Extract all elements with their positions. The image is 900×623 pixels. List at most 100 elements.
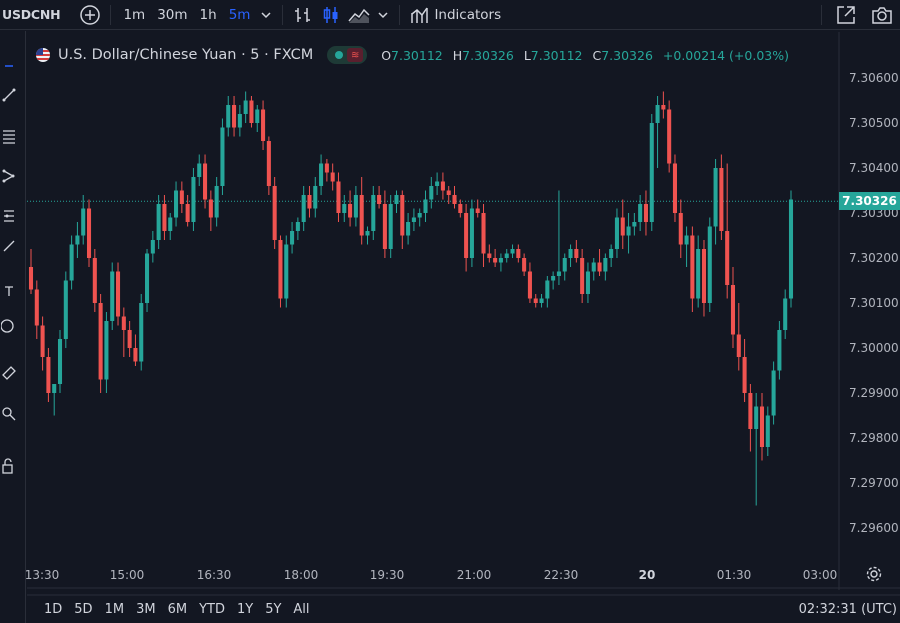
candle-body xyxy=(440,181,445,191)
candle-body xyxy=(475,208,480,213)
range-1y[interactable]: 1Y xyxy=(237,602,253,617)
candle-body xyxy=(28,267,34,290)
candle-body xyxy=(516,249,521,258)
candle-body xyxy=(667,109,672,164)
candle-body xyxy=(272,186,277,240)
candle-body xyxy=(377,195,382,204)
candle-body xyxy=(429,186,434,200)
market-status-pill[interactable]: ≋ xyxy=(327,46,368,64)
candle-body xyxy=(278,240,283,299)
gear-icon xyxy=(866,566,882,582)
candle-body xyxy=(783,298,788,330)
change-value: +0.00214 (+0.03%) xyxy=(662,47,789,63)
candle-body xyxy=(788,199,794,299)
x-tick-label: 13:30 xyxy=(25,568,60,582)
candle-body xyxy=(690,235,695,299)
range-1m[interactable]: 1M xyxy=(105,602,125,617)
candle-body xyxy=(150,240,155,254)
candle-body xyxy=(406,222,411,236)
candle-body xyxy=(52,384,57,393)
candle-body xyxy=(632,222,637,227)
candle-body xyxy=(75,235,80,245)
ohlc-values: O7.30112 H7.30326 L7.30112 C7.30326 +0.0… xyxy=(381,48,789,63)
candle-body xyxy=(504,253,509,258)
candle-body xyxy=(98,303,103,380)
candle-body xyxy=(359,195,364,236)
y-tick-label: 7.29900 xyxy=(849,386,899,400)
candle-body xyxy=(626,226,631,236)
candle-body xyxy=(435,181,440,186)
x-tick-label: 01:30 xyxy=(717,568,752,582)
range-all[interactable]: All xyxy=(293,602,309,617)
candle-body xyxy=(284,244,289,299)
candle-body xyxy=(115,271,121,317)
candle-body xyxy=(452,195,457,204)
candle-body xyxy=(237,114,242,128)
range-1d[interactable]: 1D xyxy=(44,602,62,617)
candle-body xyxy=(382,204,387,249)
range-3m[interactable]: 3M xyxy=(136,602,156,617)
candle-body xyxy=(609,249,614,258)
candle-body xyxy=(307,195,312,209)
candle-body xyxy=(174,190,179,218)
candle-body xyxy=(707,226,712,303)
utc-clock[interactable]: 02:32:31 (UTC) xyxy=(799,602,897,617)
candle-body xyxy=(730,285,736,335)
price-chart[interactable]: 7.306007.305007.304007.303007.302007.301… xyxy=(0,0,900,623)
candle-body xyxy=(423,199,428,213)
candle-body xyxy=(365,231,370,236)
candle-body xyxy=(301,195,306,222)
candle-body xyxy=(771,370,776,416)
x-tick-label: 19:30 xyxy=(370,568,405,582)
chart-settings-button[interactable] xyxy=(864,564,884,584)
candle-body xyxy=(655,105,660,123)
candle-body xyxy=(574,249,579,258)
x-tick-label: 03:00 xyxy=(803,568,838,582)
legend-title: U.S. Dollar/Chinese Yuan · 5 · FXCM xyxy=(58,47,314,63)
candle-body xyxy=(295,222,300,231)
candle-body xyxy=(348,204,353,218)
candle-body xyxy=(214,186,219,218)
candle-body xyxy=(649,123,654,222)
candle-body xyxy=(701,249,707,303)
x-tick-label: 21:00 xyxy=(457,568,492,582)
candle-body xyxy=(614,217,619,249)
candle-body xyxy=(638,204,643,222)
candle-body xyxy=(220,127,225,186)
range-6m[interactable]: 6M xyxy=(168,602,188,617)
candle-body xyxy=(765,415,770,447)
range-5y[interactable]: 5Y xyxy=(265,602,281,617)
candle-body xyxy=(493,258,498,263)
candle-body xyxy=(92,258,97,303)
candle-body xyxy=(313,186,318,209)
candle-body xyxy=(556,271,561,276)
candle-body xyxy=(336,181,341,213)
candle-body xyxy=(290,231,295,245)
candle-body xyxy=(203,163,208,200)
candle-body xyxy=(562,258,567,272)
bottom-toolbar: 1D 5D 1M 3M 6M YTD 1Y 5Y All xyxy=(27,596,900,623)
candle-body xyxy=(678,213,683,245)
candle-body xyxy=(603,258,608,272)
candle-body xyxy=(481,213,486,254)
x-tick-label: 20 xyxy=(639,568,656,582)
high-value: 7.30326 xyxy=(462,47,514,63)
range-ytd[interactable]: YTD xyxy=(199,602,225,617)
candle-body xyxy=(127,330,132,348)
candle-body xyxy=(469,208,474,258)
candle-body xyxy=(162,204,167,231)
candle-body xyxy=(464,213,469,258)
candle-body xyxy=(63,280,68,339)
candle-body xyxy=(110,271,115,321)
candle-body xyxy=(86,208,92,258)
candle-body xyxy=(539,298,544,303)
candle-body xyxy=(672,163,677,213)
range-5d[interactable]: 5D xyxy=(74,602,92,617)
candle-body xyxy=(748,393,753,429)
x-tick-label: 16:30 xyxy=(197,568,232,582)
candle-body xyxy=(34,289,39,326)
candle-body xyxy=(197,163,202,177)
candle-body xyxy=(324,163,329,173)
current-price-badge: 7.30326 xyxy=(839,192,900,210)
candle-body xyxy=(330,172,335,182)
